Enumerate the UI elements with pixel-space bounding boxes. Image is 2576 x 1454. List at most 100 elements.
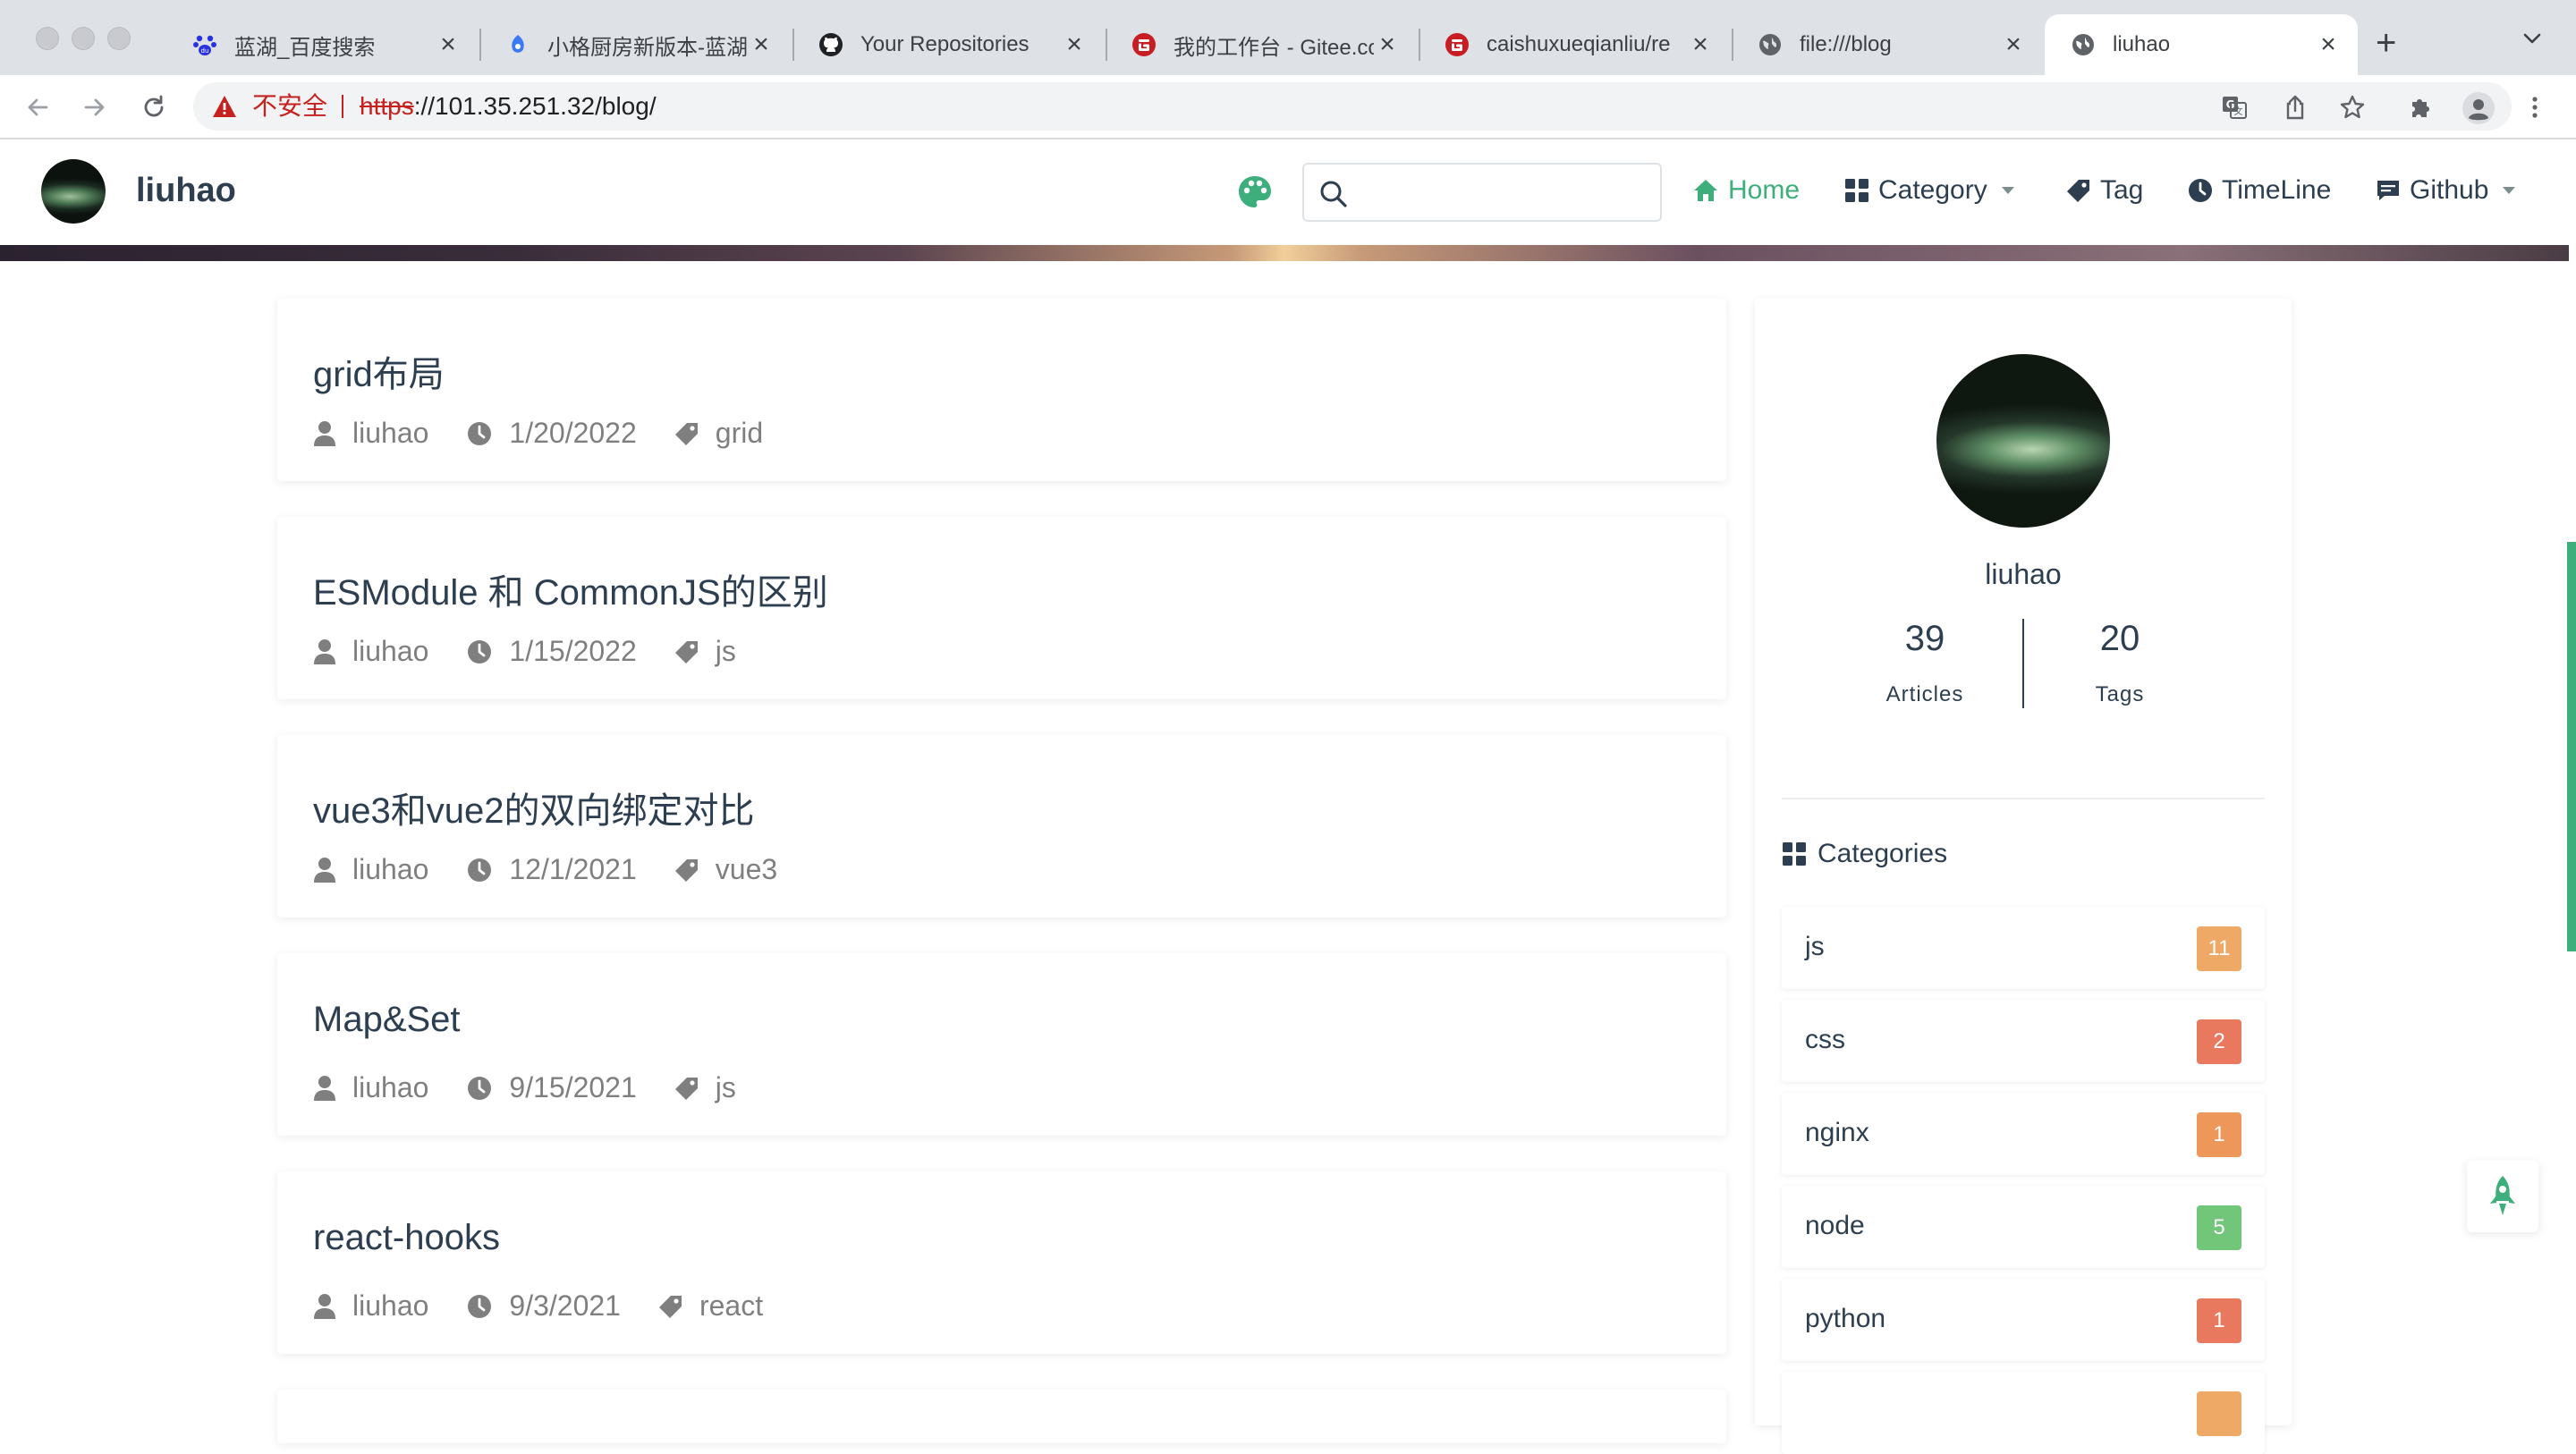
close-icon[interactable]: × [2315,31,2342,58]
window-zoom-button[interactable] [107,27,131,50]
window-close-button[interactable] [36,27,59,50]
profile-sidebar: liuhao 39 Articles 20 Tags Categories js… [1755,299,2292,1454]
github-icon [818,31,844,58]
browser-tab[interactable]: 小格厨房新版本-蓝湖 × [479,14,791,75]
article-title[interactable]: grid布局 [313,345,445,397]
site-logo[interactable] [41,159,106,224]
nav-tag-link[interactable]: Tag [2066,175,2143,206]
close-icon[interactable]: × [1687,31,1714,58]
tab-title: Your Repositories [860,32,1030,56]
category-item[interactable] [1782,1372,2265,1454]
article-tag[interactable]: js [674,1071,736,1104]
address-bar[interactable]: 不安全 https://101.35.251.32/blog/ G文 [193,82,2512,131]
nav-category-label: Category [1878,175,1987,205]
tags-stat[interactable]: 20 Tags [2021,619,2218,707]
url-scheme: https [360,92,414,120]
category-item[interactable]: js 11 [1782,907,2265,989]
search-input[interactable] [1358,173,1648,213]
user-icon [314,420,335,446]
category-item[interactable]: nginx 1 [1782,1093,2265,1175]
translate-icon[interactable]: G文 [2220,93,2249,122]
article-date: 9/15/2021 [466,1071,637,1104]
site-title[interactable]: liuhao [136,172,236,210]
article-tag[interactable]: grid [674,417,763,450]
category-item[interactable]: css 2 [1782,1000,2265,1082]
article-card[interactable] [277,1390,1726,1443]
tag-icon [674,422,698,445]
url-path: ://101.35.251.32/blog/ [413,92,657,120]
close-icon[interactable]: × [2000,31,2027,58]
back-button[interactable] [21,91,54,123]
svg-text:文: 文 [2234,106,2243,117]
article-card[interactable]: react-hooks liuhao 9/3/2021 react [277,1171,1726,1354]
close-icon[interactable]: × [748,31,775,58]
scrollbar-thumb[interactable] [2567,542,2576,951]
tag-icon [674,1077,698,1100]
bookmark-star-icon[interactable] [2338,93,2367,122]
article-date: 12/1/2021 [466,853,637,886]
article-card[interactable]: grid布局 liuhao 1/20/2022 grid [277,299,1726,481]
profile-avatar-icon[interactable] [2462,91,2496,125]
article-date: 9/3/2021 [466,1289,621,1323]
nav-category-dropdown[interactable]: Category [1844,175,2016,206]
close-icon[interactable]: × [1061,31,1088,58]
browser-tab[interactable]: file:///blog × [1732,14,2043,75]
category-name: js [1805,932,1825,961]
close-icon[interactable]: × [1374,31,1401,58]
article-card[interactable]: Map&Set liuhao 9/15/2021 js [277,953,1726,1136]
article-tag[interactable]: vue3 [674,853,777,886]
browser-tab-active[interactable]: liuhao × [2045,14,2358,75]
nav-timeline-link[interactable]: TimeLine [2188,175,2331,206]
globe-icon [2070,31,2097,58]
browser-tab[interactable]: caishuxueqianliu/re × [1419,14,1730,75]
browser-tab[interactable]: du 蓝湖_百度搜索 × [166,14,478,75]
article-meta: liuhao 9/3/2021 react [313,1289,801,1323]
article-title[interactable]: ESModule 和 CommonJS的区别 [313,563,828,615]
article-tag[interactable]: js [674,635,736,668]
forward-button[interactable] [79,91,111,123]
browser-tab-bar: du 蓝湖_百度搜索 × 小格厨房新版本-蓝湖 × Your Repositor… [0,0,2576,75]
article-title[interactable]: react-hooks [313,1218,500,1258]
nav-github-dropdown[interactable]: Github [2376,175,2517,206]
tag-text: js [715,1071,736,1103]
clock-icon [468,1076,492,1100]
article-card[interactable]: ESModule 和 CommonJS的区别 liuhao 1/15/2022 … [277,517,1726,699]
article-meta: liuhao 1/15/2022 js [313,635,774,668]
extensions-icon[interactable] [2406,93,2435,122]
article-date: 1/20/2022 [466,417,637,450]
rocket-icon [2490,1176,2515,1215]
article-meta: liuhao 12/1/2021 vue3 [313,853,815,886]
warning-icon[interactable] [211,93,238,124]
menu-kebab-icon[interactable] [2521,93,2549,122]
browser-tab[interactable]: Your Repositories × [792,14,1104,75]
url-text[interactable]: https://101.35.251.32/blog/ [360,93,657,120]
category-count-badge: 1 [2197,1112,2241,1157]
article-tag[interactable]: react [658,1289,763,1323]
category-item[interactable]: python 1 [1782,1279,2265,1361]
date-text: 1/15/2022 [509,635,637,667]
category-item[interactable]: node 5 [1782,1186,2265,1268]
article-title[interactable]: Map&Set [313,1000,461,1040]
category-count-badge [2197,1391,2241,1436]
articles-stat[interactable]: 39 Articles [1826,619,2023,707]
tab-search-button[interactable] [2521,27,2544,55]
article-card[interactable]: vue3和vue2的双向绑定对比 liuhao 12/1/2021 vue3 [277,735,1726,917]
nav-home-link[interactable]: Home [1692,175,1800,206]
arrow-left-icon [28,98,48,116]
back-to-top-button[interactable] [2467,1161,2538,1232]
author-name: liuhao [352,635,429,667]
browser-tab[interactable]: 我的工作台 - Gitee.com × [1106,14,1417,75]
security-label[interactable]: 不安全 [252,93,327,120]
new-tab-button[interactable]: + [2376,25,2396,61]
category-count-badge: 11 [2197,926,2241,971]
category-count-badge: 5 [2197,1205,2241,1250]
window-minimize-button[interactable] [72,27,95,50]
search-box[interactable] [1302,163,1662,222]
reload-button[interactable] [138,91,170,123]
article-title[interactable]: vue3和vue2的双向绑定对比 [313,782,754,833]
close-icon[interactable]: × [435,31,462,58]
palette-icon[interactable] [1236,173,1274,216]
tag-icon [2066,178,2091,203]
tags-label: Tags [2095,682,2145,706]
share-icon[interactable] [2281,93,2309,122]
